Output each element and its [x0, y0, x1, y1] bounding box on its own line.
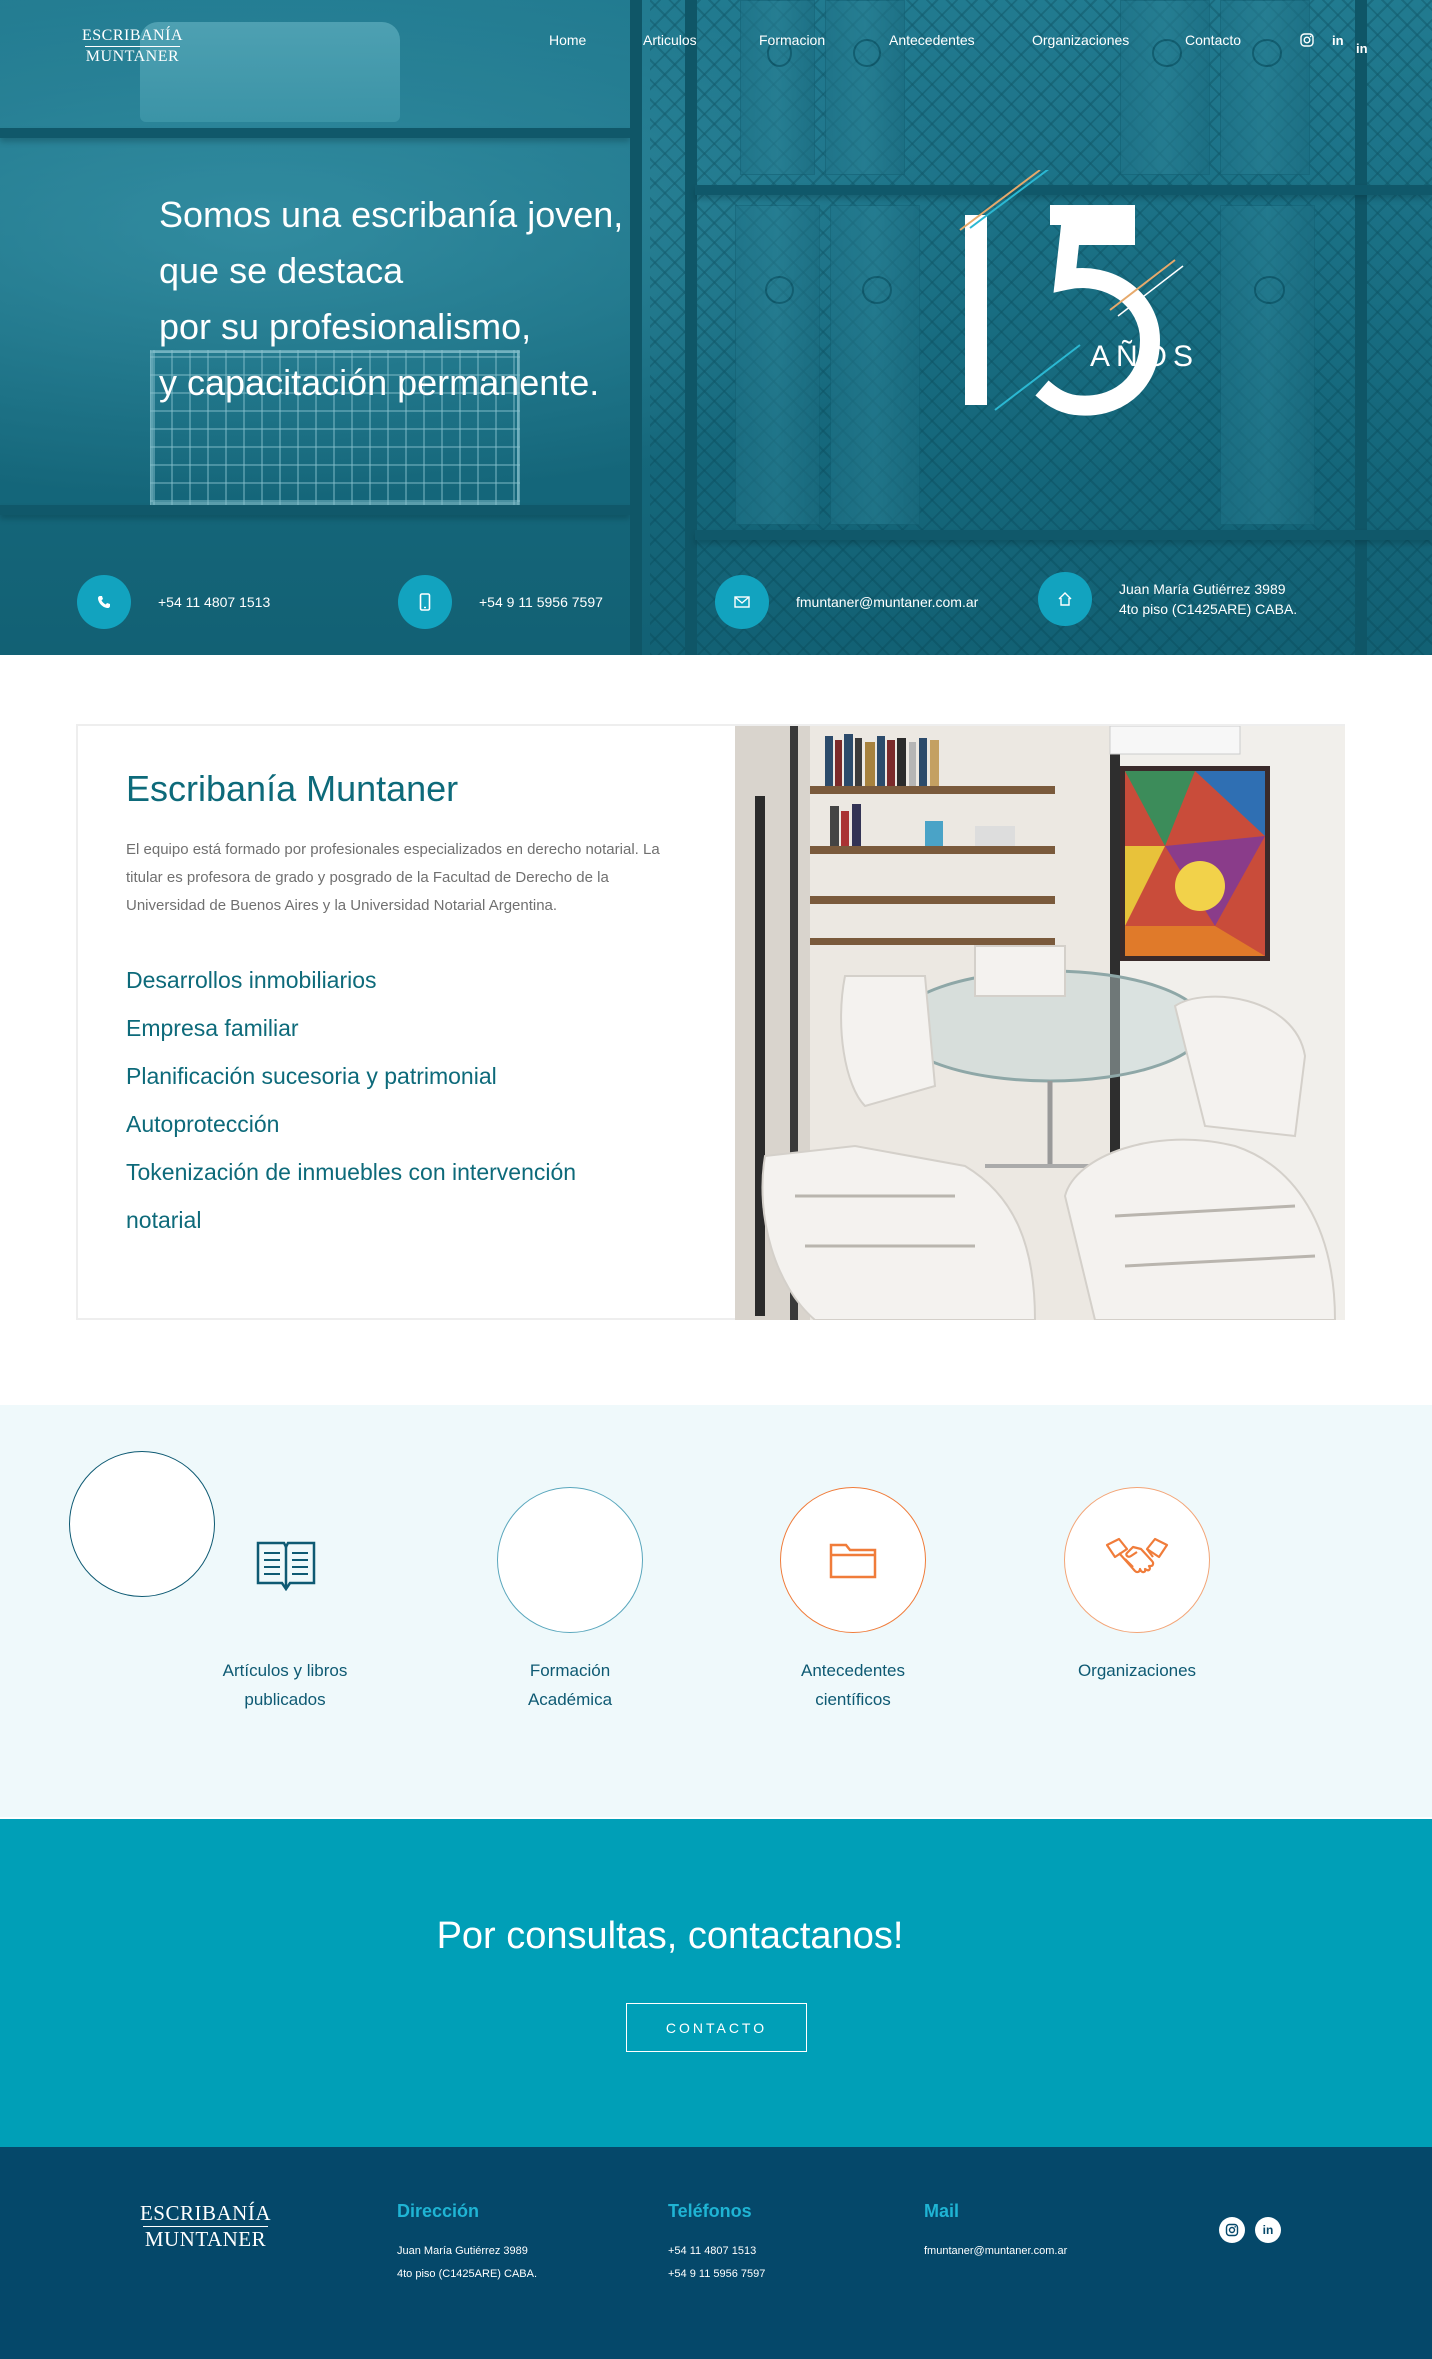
address-line2: 4to piso (C1425ARE) CABA.: [1119, 601, 1298, 617]
footer-logo-line2: MUNTANER: [144, 2227, 267, 2251]
handshake-icon: [1105, 1537, 1169, 1574]
service-articulos-circle[interactable]: [69, 1451, 215, 1597]
hero-line: Somos una escribanía joven,: [159, 194, 624, 235]
contact-address-text: Juan María Gutiérrez 3989 4to piso (C142…: [1119, 579, 1297, 619]
mail-icon: [715, 575, 769, 629]
nav-formacion[interactable]: Formacion: [759, 32, 825, 48]
footer-phone-2[interactable]: +54 9 11 5956 7597: [668, 2263, 765, 2286]
cta-title: Por consultas, contactanos!: [436, 1915, 904, 1957]
linkedin-icon[interactable]: in: [1332, 33, 1344, 48]
practice-area-item: Desarrollos inmobiliarios: [126, 967, 377, 993]
practice-area-item: Empresa familiar: [126, 1015, 299, 1041]
footer-address-line2: 4to piso (C1425ARE) CABA.: [397, 2268, 538, 2280]
service-formacion-circle[interactable]: [497, 1487, 643, 1633]
services-section: Artículos y libros publicados Formación …: [0, 1405, 1432, 1817]
contact-email[interactable]: fmuntaner@muntaner.com.ar: [715, 575, 978, 629]
mobile-icon: [398, 575, 452, 629]
practice-area-item: Planificación sucesoria y patrimonial: [126, 1063, 497, 1089]
site-footer: ESCRIBANÍA MUNTANER Dirección Juan María…: [0, 2147, 1432, 2359]
phone-icon: [77, 575, 131, 629]
service-label-line: Antecedentes: [801, 1661, 905, 1680]
service-label-line: Artículos y libros: [222, 1661, 348, 1680]
service-organizaciones-circle[interactable]: [1064, 1487, 1210, 1633]
contact-email-text: fmuntaner@muntaner.com.ar: [796, 594, 979, 610]
practice-area-item: Autoprotección: [126, 1111, 280, 1137]
logo-rule: [85, 46, 180, 47]
nav-organizaciones[interactable]: Organizaciones: [1032, 32, 1129, 48]
hero-line: y capacitación permanente.: [159, 362, 600, 403]
footer-direccion: Dirección Juan María Gutiérrez 3989 4to …: [397, 2201, 537, 2286]
open-book-icon: [254, 1539, 318, 1596]
folder-icon: [829, 1543, 877, 1579]
service-label-line: publicados: [244, 1690, 326, 1709]
nav-antecedentes[interactable]: Antecedentes: [889, 32, 975, 48]
service-formacion-label[interactable]: Formación Académica: [470, 1656, 670, 1714]
contact-strip: +54 11 4807 1513 +54 9 11 5956 7597 fmun…: [0, 572, 1432, 635]
instagram-icon[interactable]: [1300, 33, 1314, 50]
logo-line2: MUNTANER: [85, 48, 180, 65]
instagram-icon[interactable]: [1219, 2217, 1245, 2243]
footer-address-line1: Juan María Gutiérrez 3989: [397, 2245, 528, 2257]
contact-address[interactable]: Juan María Gutiérrez 3989 4to piso (C142…: [1038, 572, 1297, 626]
contact-mobile[interactable]: +54 9 11 5956 7597: [398, 575, 603, 629]
badge-anos-text: AÑOS: [1090, 340, 1200, 373]
footer-phone-1[interactable]: +54 11 4807 1513: [668, 2240, 765, 2263]
service-label-line: Organizaciones: [1077, 1661, 1197, 1680]
footer-email-link[interactable]: fmuntaner@muntaner.com.ar: [924, 2240, 1067, 2263]
footer-direccion-title: Dirección: [397, 2201, 480, 2221]
anniversary-badge: 15: [959, 170, 1184, 416]
footer-logo[interactable]: ESCRIBANÍA MUNTANER: [133, 2203, 278, 2250]
about-description: El equipo está formado por profesionales…: [126, 841, 660, 914]
contact-phone-text: +54 11 4807 1513: [158, 594, 271, 610]
service-antecedentes-circle[interactable]: [780, 1487, 926, 1633]
about-section: Escribanía Muntaner El equipo está forma…: [76, 724, 1345, 1320]
linkedin-icon[interactable]: in: [1255, 2217, 1281, 2243]
service-label-line: Formación: [529, 1661, 611, 1680]
contacto-button[interactable]: CONTACTO: [626, 2003, 807, 2052]
linkedin-icon[interactable]: in: [1356, 41, 1368, 56]
footer-mail: Mail fmuntaner@muntaner.com.ar: [924, 2201, 1067, 2263]
hero-line: que se destaca: [159, 250, 404, 291]
practice-area-item: Tokenización de inmuebles con intervenci…: [126, 1159, 577, 1185]
cta-section: Por consultas, contactanos! CONTACTO: [0, 1819, 1432, 2147]
home-icon: [1038, 572, 1092, 626]
footer-telefonos-title: Teléfonos: [668, 2201, 752, 2221]
practice-area-item: notarial: [126, 1207, 202, 1233]
hero-headline: Somos una escribanía joven, que se desta…: [159, 187, 719, 411]
footer-telefonos: Teléfonos +54 11 4807 1513 +54 9 11 5956…: [668, 2201, 765, 2286]
service-label-line: científicos: [815, 1690, 891, 1709]
hero-line: por su profesionalismo,: [159, 306, 532, 347]
contact-mobile-text: +54 9 11 5956 7597: [479, 594, 603, 610]
nav-contacto[interactable]: Contacto: [1185, 32, 1241, 48]
site-logo[interactable]: ESCRIBANÍA MUNTANER: [80, 28, 185, 65]
practice-areas-list: Desarrollos inmobiliarios Empresa famili…: [126, 956, 706, 1244]
logo-line1: ESCRIBANÍA: [81, 27, 183, 44]
nav-home[interactable]: Home: [549, 32, 586, 48]
service-organizaciones-label[interactable]: Organizaciones: [1037, 1656, 1237, 1685]
address-line1: Juan María Gutiérrez 3989: [1119, 581, 1286, 597]
hero-section: ESCRIBANÍA MUNTANER Home Articulos Forma…: [0, 0, 1432, 655]
meeting-room-illustration: [735, 726, 1345, 1320]
service-label-line: Académica: [527, 1690, 613, 1709]
footer-mail-title: Mail: [924, 2201, 960, 2221]
service-articulos-label[interactable]: Artículos y libros publicados: [185, 1656, 385, 1714]
contact-phone[interactable]: +54 11 4807 1513: [77, 575, 270, 629]
nav-articulos[interactable]: Articulos: [643, 32, 697, 48]
meeting-room-photo: [735, 726, 1345, 1320]
footer-logo-line1: ESCRIBANÍA: [139, 2201, 271, 2225]
service-antecedentes-label[interactable]: Antecedentes científicos: [753, 1656, 953, 1714]
about-title: Escribanía Muntaner: [126, 768, 459, 809]
